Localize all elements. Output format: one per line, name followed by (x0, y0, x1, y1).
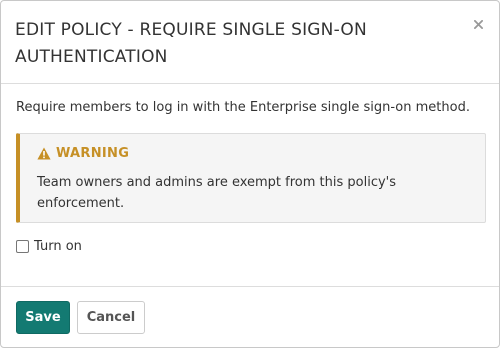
turn-on-label: Turn on (34, 239, 82, 254)
modal-header: EDIT POLICY - REQUIRE SINGLE SIGN-ON AUT… (1, 1, 499, 84)
warning-triangle-icon (37, 147, 51, 160)
modal-footer: Save Cancel (1, 286, 499, 348)
warning-title: WARNING (56, 146, 130, 161)
warning-header: WARNING (37, 146, 129, 161)
policy-description: Require members to log in with the Enter… (16, 100, 470, 115)
modal-title: EDIT POLICY - REQUIRE SINGLE SIGN-ON AUT… (15, 20, 367, 67)
cancel-button[interactable]: Cancel (77, 301, 145, 334)
warning-callout: WARNING Team owners and admins are exemp… (16, 133, 486, 223)
warning-text: Team owners and admins are exempt from t… (37, 175, 397, 211)
turn-on-checkbox[interactable] (16, 240, 29, 253)
edit-policy-modal: EDIT POLICY - REQUIRE SINGLE SIGN-ON AUT… (0, 0, 500, 348)
save-button[interactable]: Save (16, 301, 70, 334)
turn-on-toggle[interactable]: Turn on (16, 239, 82, 254)
close-icon (473, 19, 483, 29)
close-button[interactable] (469, 15, 487, 33)
modal-body: Require members to log in with the Enter… (1, 85, 499, 285)
